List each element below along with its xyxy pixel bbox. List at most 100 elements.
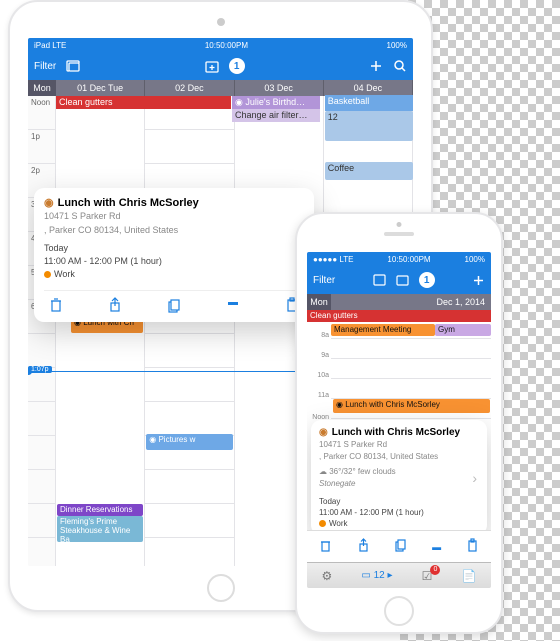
popover-time: 11:00 AM - 12:00 PM (1 hour) [44, 255, 304, 268]
tab-settings-icon[interactable]: ⚙ [322, 569, 333, 583]
event-icon: ◉ [319, 427, 328, 438]
trash-icon[interactable] [44, 297, 68, 316]
battery-label: 100% [465, 255, 485, 264]
calendar-icon[interactable] [396, 274, 409, 286]
popover-today: Today [44, 242, 304, 255]
popover-today: Today [319, 496, 479, 507]
share-icon[interactable] [357, 538, 370, 556]
popover-address-1: 10471 S Parker Rd [44, 211, 304, 223]
duplicate-icon[interactable] [394, 538, 407, 556]
popover-address-1: 10471 S Parker Rd [319, 440, 479, 450]
date-label[interactable]: Dec 1, 2014 [331, 294, 491, 310]
event-clean[interactable]: Clean gutters [56, 96, 231, 109]
duplicate-icon[interactable] [162, 297, 186, 316]
status-bar: iPad LTE 10:50:00PM 100% [28, 38, 413, 52]
now-time-label: 1:07p [28, 366, 52, 373]
day-column-3[interactable]: 04 Dec [324, 80, 413, 96]
notes-icon[interactable]: ▬ [221, 297, 245, 316]
carrier-label: ●●●●● LTE [313, 255, 353, 264]
hour-label: 9a [307, 352, 331, 359]
popover-address-2: , Parker CO 80134, United States [44, 225, 304, 237]
add-icon[interactable] [369, 59, 383, 73]
clock-label: 10:50:00PM [205, 41, 248, 50]
share-icon[interactable] [103, 297, 127, 316]
event-popover: ◉ Lunch with Chris McSorley 10471 S Parke… [311, 420, 487, 535]
hour-label [28, 538, 55, 566]
day-header: Mon Dec 1, 2014 [307, 294, 491, 310]
event-clean[interactable]: Clean gutters [307, 310, 491, 322]
popover-title: Lunch with Chris McSorley [332, 427, 460, 438]
event-lunch[interactable]: ◉ Lunch with Chris McSorley [333, 399, 490, 413]
popover-address-2: , Parker CO 80134, United States [319, 452, 479, 462]
status-bar: ●●●●● LTE 10:50:00PM 100% [307, 252, 491, 266]
hour-label [28, 470, 55, 504]
event-julie[interactable]: ◉ Julie's Birthd… [232, 96, 320, 109]
toolbar: Filter 1 [28, 52, 413, 80]
event-basketball-body[interactable]: 12 [325, 111, 413, 141]
hour-label: Noon [28, 96, 55, 130]
popover-title: Lunch with Chris McSorley [58, 197, 199, 209]
chevron-right-icon[interactable]: › [472, 470, 477, 486]
hour-label: 8a [307, 332, 331, 339]
grid-column[interactable]: ◉ Pictures w [145, 96, 234, 566]
iphone-screen: ●●●●● LTE 10:50:00PM 100% Filter 1 Mon D… [307, 252, 491, 588]
action-bar: ▬ [307, 530, 491, 562]
hour-label: 10a [307, 372, 331, 379]
day-column-0[interactable]: 01 Dec Tue [56, 80, 145, 96]
event-filter[interactable]: Change air filter… [232, 109, 320, 122]
popover-calendar: Work [54, 269, 75, 279]
week-day-label: Mon [307, 294, 331, 310]
filter-button[interactable]: Filter [313, 275, 335, 286]
popover-weather: ☁ 36°/32° few clouds [319, 467, 479, 477]
hour-label [28, 402, 55, 436]
event-coffee[interactable]: Coffee [325, 162, 413, 180]
week-day-label: Mon [28, 80, 56, 96]
tab-calendar[interactable]: ▭ 12 ▸ [361, 570, 392, 581]
popover-calendar: Work [329, 519, 348, 528]
carrier-label: iPad LTE [34, 41, 66, 50]
today-badge[interactable]: 1 [419, 272, 435, 288]
battery-label: 100% [387, 41, 407, 50]
hour-label: 11a [307, 392, 331, 399]
clipboard-icon[interactable] [466, 538, 479, 556]
clock-label: 10:50:00PM [387, 255, 430, 264]
today-badge[interactable]: 1 [229, 58, 245, 74]
camera-dot [217, 18, 225, 26]
add-icon[interactable] [472, 274, 485, 287]
hour-label: 1p [28, 130, 55, 164]
event-popover: ◉ Lunch with Chris McSorley 10471 S Parke… [34, 188, 314, 322]
grid-column[interactable]: ◉ Lunch with Ch Dinner Reservations Flem… [56, 96, 145, 566]
home-button[interactable] [207, 574, 235, 602]
popover-store: Stonegate [319, 479, 479, 489]
tab-notes-icon[interactable]: 📄 [461, 569, 476, 583]
event-dinner[interactable]: Dinner Reservations [57, 504, 143, 516]
notes-icon[interactable]: ▬ [432, 542, 441, 552]
event-pictures[interactable]: ◉ Pictures w [146, 434, 232, 450]
home-button[interactable] [384, 596, 414, 626]
windows-icon[interactable] [66, 60, 80, 72]
day-view[interactable]: Clean gutters 8a Management Meeting Gym … [307, 310, 491, 530]
event-mgmt[interactable]: Management Meeting [331, 324, 435, 336]
filter-button[interactable]: Filter [34, 61, 56, 72]
iphone-device: ●●●●● LTE 10:50:00PM 100% Filter 1 Mon D… [295, 212, 503, 634]
hour-label [28, 368, 55, 402]
event-icon: ◉ [44, 196, 54, 209]
day-header: Mon 01 Dec Tue 02 Dec 03 Dec 04 Dec [28, 80, 413, 96]
search-icon[interactable] [393, 59, 407, 73]
calendar-add-icon[interactable] [205, 60, 219, 73]
day-column-2[interactable]: 03 Dec [235, 80, 324, 96]
event-fleming[interactable]: Fleming's Prime Steakhouse & Wine Ba [57, 516, 143, 542]
hour-label [28, 436, 55, 470]
speaker [384, 232, 414, 236]
day-column-1[interactable]: 02 Dec [145, 80, 234, 96]
tab-tasks-icon[interactable]: ☑0 [422, 569, 433, 583]
tab-bar: ⚙ ▭ 12 ▸ ☑0 📄 [307, 562, 491, 588]
badge: 0 [430, 565, 440, 575]
hour-label [28, 334, 55, 368]
event-gym[interactable]: Gym [435, 324, 491, 336]
popover-time: 11:00 AM - 12:00 PM (1 hour) [319, 507, 479, 518]
event-basketball[interactable]: Basketball [325, 95, 413, 111]
hour-label [28, 504, 55, 538]
windows-icon[interactable] [373, 274, 386, 286]
trash-icon[interactable] [319, 538, 332, 556]
